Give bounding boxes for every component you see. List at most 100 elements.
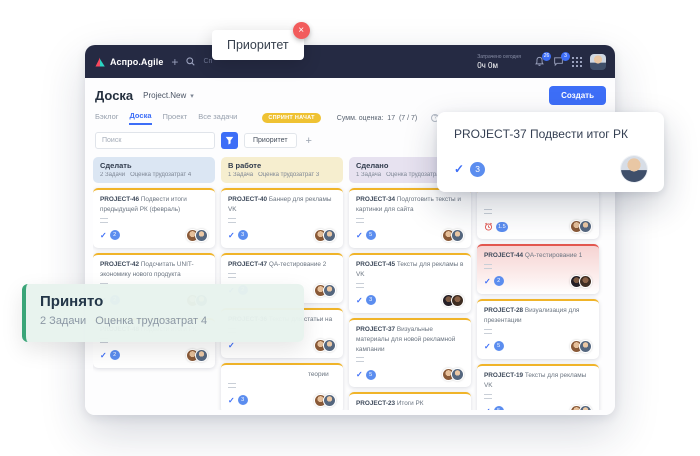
avatar (195, 229, 208, 242)
estimate-badge: 3 (470, 162, 485, 177)
column-header[interactable]: Сделать2 Задачи Оценка трудозатрат 4 (93, 157, 215, 183)
close-button[interactable]: × (293, 22, 310, 39)
task-id: PROJECT-40 (228, 196, 269, 203)
avatar (579, 220, 592, 233)
time-tracker[interactable]: Затрачено сегодня 0ч 0м (477, 54, 521, 70)
tab-all-tasks[interactable]: Все задачи (198, 112, 237, 124)
notifications-badge: 26 (542, 52, 551, 61)
avatar (195, 349, 208, 362)
task-card[interactable]: PROJECT-37 Визуальные материалы для ново… (349, 318, 471, 388)
estimate-badge: 2 (110, 230, 120, 240)
apps-grid-icon[interactable] (572, 57, 582, 67)
task-title: PROJECT-45 Тексты для рекламы в VK (356, 260, 464, 280)
page: Аспро.Agile + Сп Затрачено сегодня 0ч 0м… (0, 0, 700, 456)
task-card[interactable]: PROJECT-19 Тексты для рекламы VK✓5 (477, 364, 599, 410)
card-footer: ✓5 (484, 340, 592, 353)
card-footer: ✓5 (356, 229, 464, 242)
assignee-avatars (574, 405, 592, 410)
card-footer: ✓2 (100, 229, 208, 242)
card-status: ✓ (228, 341, 235, 350)
task-title: PROJECT-37 Визуальные материалы для ново… (356, 325, 464, 355)
tab-backlog[interactable]: Бэклог (95, 112, 118, 124)
assignee-avatar (621, 156, 647, 182)
priority-tooltip: Приоритет × (212, 30, 304, 60)
check-icon: ✓ (356, 296, 363, 305)
assignee-avatars (446, 229, 464, 242)
column-header[interactable]: В работе1 Задача Оценка трудозатрат 3 (221, 157, 343, 183)
assignee-avatars (318, 394, 336, 407)
task-title: теории (228, 370, 336, 380)
task-card[interactable]: PROJECT-44 QA-тестирование 1✓2 (477, 244, 599, 294)
accepted-column-drag-header[interactable]: Принято 2 Задачи Оценка трудозатрат 4 (22, 284, 304, 342)
task-id: PROJECT-28 (484, 307, 525, 314)
task-id: PROJECT-19 (484, 372, 525, 379)
card-status: ✓2 (100, 230, 120, 240)
card-status: ✓5 (356, 230, 376, 240)
create-button[interactable]: Создать (549, 86, 606, 105)
search-input[interactable] (95, 132, 215, 149)
sprint-status-badge: СПРИНТ НАЧАТ (262, 113, 320, 123)
task-card[interactable]: 1.5 (477, 188, 599, 239)
filter-button[interactable] (221, 132, 238, 149)
task-card[interactable]: PROJECT-40 Баннер для рекламы VK ✓3 (221, 188, 343, 248)
assignee-avatars (190, 349, 208, 362)
search-icon[interactable] (186, 57, 195, 66)
card-status: ✓3 (228, 395, 248, 405)
logo-label: Аспро.Agile (110, 57, 163, 67)
task-hover-card[interactable]: PROJECT-37 Подвести итог РК ✓ 3 (437, 112, 664, 192)
card-status: ✓2 (484, 276, 504, 286)
task-name: QA-тестирование 2 (269, 261, 326, 268)
avatar (451, 368, 464, 381)
task-card[interactable]: PROJECT-28 Визуализация для презентации ✓… (477, 299, 599, 359)
task-title: PROJECT-28 Визуализация для презентации (484, 306, 592, 326)
task-id: PROJECT-44 (484, 252, 525, 259)
accepted-stats: 2 Задачи Оценка трудозатрат 4 (40, 315, 290, 327)
card-footer: ✓5 (356, 368, 464, 381)
avatar (579, 340, 592, 353)
column-stats: 2 Задачи Оценка трудозатрат 4 (100, 172, 208, 178)
check-icon: ✓ (100, 231, 107, 240)
page-title: Доска (95, 88, 133, 103)
app-logo[interactable]: Аспро.Agile (94, 56, 163, 68)
check-icon: ✓ (228, 231, 235, 240)
card-status: ✓5 (356, 370, 376, 380)
priority-tooltip-label: Приоритет (227, 38, 289, 52)
add-icon[interactable]: + (171, 56, 178, 68)
card-status: 1.5 (484, 222, 508, 232)
tab-board[interactable]: Доска (129, 111, 151, 125)
card-footer: ✓3 (228, 394, 336, 407)
task-title: PROJECT-19 Тексты для рекламы VK (484, 371, 592, 391)
project-selector[interactable]: Project.New ▾ (143, 91, 194, 100)
description-icon (484, 329, 492, 334)
estimate-badge: 5 (366, 230, 376, 240)
estimate-badge: 1.5 (496, 222, 508, 232)
task-card[interactable]: PROJECT-45 Тексты для рекламы в VK✓3 (349, 253, 471, 313)
avatar (579, 405, 592, 410)
task-title: PROJECT-34 Подготовить тексты и картинки… (356, 195, 464, 215)
card-hidden-area (484, 195, 592, 206)
add-filter-button[interactable]: + (303, 135, 315, 147)
task-card[interactable]: PROJECT-23 Итоги РК✓6 (349, 392, 471, 410)
notifications-button[interactable]: 26 (534, 56, 545, 67)
check-icon: ✓ (484, 342, 491, 351)
description-icon (484, 264, 492, 269)
card-status: ✓2 (100, 350, 120, 360)
tab-project[interactable]: Проект (163, 112, 188, 124)
card-status: ✓3 (228, 230, 248, 240)
priority-filter-chip[interactable]: Приоритет (244, 133, 297, 148)
funnel-icon (225, 136, 234, 145)
messages-button[interactable]: 3 (553, 56, 564, 67)
user-avatar[interactable] (590, 54, 606, 70)
estimate-badge: 5 (494, 341, 504, 351)
task-title: PROJECT-40 Баннер для рекламы VK (228, 195, 336, 215)
top-navbar: Аспро.Agile + Сп Затрачено сегодня 0ч 0м… (85, 45, 615, 78)
task-card[interactable]: теории ✓3 (221, 363, 343, 410)
check-icon: ✓ (484, 407, 491, 410)
app-window: Аспро.Agile + Сп Затрачено сегодня 0ч 0м… (85, 45, 615, 415)
kanban-column: 1.5PROJECT-44 QA-тестирование 1✓2PROJECT… (477, 157, 599, 410)
alarm-icon (484, 222, 493, 231)
description-icon (484, 394, 492, 399)
chevron-down-icon: ▾ (190, 92, 194, 100)
task-card[interactable]: PROJECT-34 Подготовить тексты и картинки… (349, 188, 471, 248)
task-card[interactable]: PROJECT-46 Подвести итоги предыдущей РК … (93, 188, 215, 248)
